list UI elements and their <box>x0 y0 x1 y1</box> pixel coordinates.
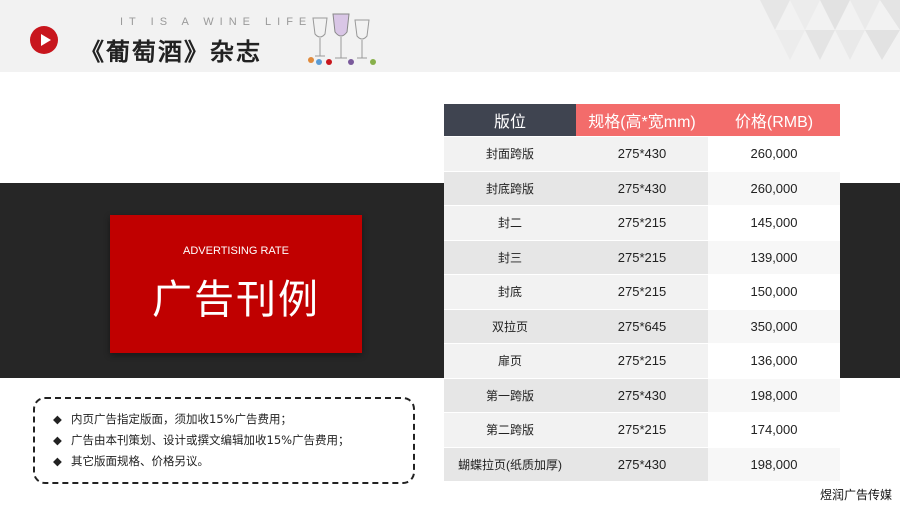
cell-price: 145,000 <box>708 205 840 240</box>
note-item: ◆ 广告由本刊策划、设计或撰文编辑加收15%广告费用； <box>53 430 413 451</box>
table-row: 封底跨版 275*430 260,000 <box>444 170 840 206</box>
banner-title: 广告刊例 <box>152 277 320 323</box>
table-row: 第一跨版 275*430 198,000 <box>444 377 840 413</box>
cell-size: 275*215 <box>576 205 708 240</box>
cell-price: 260,000 <box>708 136 840 171</box>
cell-position: 封三 <box>444 239 576 275</box>
footer-brand: 煜润广告传媒 <box>819 488 892 502</box>
cell-price: 198,000 <box>708 377 840 413</box>
cell-price: 198,000 <box>708 446 840 481</box>
table-header-row: 版位 规格(高*宽mm) 价格(RMB) <box>444 104 840 137</box>
cell-position: 封面跨版 <box>444 136 576 171</box>
cell-position: 第二跨版 <box>444 412 576 447</box>
cell-size: 275*215 <box>576 343 708 378</box>
header-bar: IT IS A WINE LIFE 《葡萄酒》杂志 <box>0 0 900 72</box>
cell-size: 275*215 <box>576 239 708 275</box>
note-item: ◆ 内页广告指定版面，须加收15%广告费用； <box>53 409 413 430</box>
table-row: 扉页 275*215 136,000 <box>444 343 840 378</box>
table-row: 封三 275*215 139,000 <box>444 239 840 275</box>
rate-table: 版位 规格(高*宽mm) 价格(RMB) 封面跨版 275*430 260,00… <box>444 104 840 481</box>
cell-size: 275*215 <box>576 412 708 447</box>
cell-price: 350,000 <box>708 308 840 344</box>
diamond-bullet-icon: ◆ <box>53 433 62 447</box>
play-icon[interactable] <box>30 26 58 54</box>
banner-subtitle: ADVERTISING RATE <box>183 245 289 257</box>
note-text: 其它版面规格、价格另议。 <box>71 454 209 468</box>
cell-size: 275*430 <box>576 377 708 413</box>
table-row: 蝴蝶拉页(纸质加厚) 275*430 198,000 <box>444 446 840 481</box>
header-price: 价格(RMB) <box>708 104 840 137</box>
cell-price: 139,000 <box>708 239 840 275</box>
cell-size: 275*430 <box>576 170 708 206</box>
table-row: 双拉页 275*645 350,000 <box>444 308 840 344</box>
tagline: IT IS A WINE LIFE <box>120 16 313 28</box>
cell-price: 260,000 <box>708 170 840 206</box>
magazine-title: 《葡萄酒》杂志 <box>80 38 262 66</box>
triangle-pattern <box>760 0 900 60</box>
table-row: 封面跨版 275*430 260,000 <box>444 136 840 171</box>
cell-position: 封底 <box>444 274 576 309</box>
cell-price: 174,000 <box>708 412 840 447</box>
table-row: 封二 275*215 145,000 <box>444 205 840 240</box>
cell-price: 150,000 <box>708 274 840 309</box>
cell-price: 136,000 <box>708 343 840 378</box>
cell-position: 封二 <box>444 205 576 240</box>
cell-size: 275*215 <box>576 274 708 309</box>
cell-size: 275*430 <box>576 446 708 481</box>
diamond-bullet-icon: ◆ <box>53 412 62 426</box>
header-position: 版位 <box>444 104 576 137</box>
table-row: 封底 275*215 150,000 <box>444 274 840 309</box>
cell-position: 封底跨版 <box>444 170 576 206</box>
table-row: 第二跨版 275*215 174,000 <box>444 412 840 447</box>
diamond-bullet-icon: ◆ <box>53 454 62 468</box>
cell-size: 275*645 <box>576 308 708 344</box>
cell-position: 扉页 <box>444 343 576 378</box>
notes-box: ◆ 内页广告指定版面，须加收15%广告费用； ◆ 广告由本刊策划、设计或撰文编辑加收… <box>33 397 415 484</box>
header-size: 规格(高*宽mm) <box>576 104 708 137</box>
cell-size: 275*430 <box>576 136 708 171</box>
cell-position: 双拉页 <box>444 308 576 344</box>
note-item: ◆ 其它版面规格、价格另议。 <box>53 451 413 472</box>
advertising-rate-banner: ADVERTISING RATE 广告刊例 <box>110 215 362 353</box>
note-text: 内页广告指定版面，须加收15%广告费用； <box>71 412 293 426</box>
cell-position: 蝴蝶拉页(纸质加厚) <box>444 446 576 481</box>
note-text: 广告由本刊策划、设计或撰文编辑加收15%广告费用； <box>71 433 350 447</box>
cell-position: 第一跨版 <box>444 377 576 413</box>
wine-glasses-icon <box>308 13 376 65</box>
